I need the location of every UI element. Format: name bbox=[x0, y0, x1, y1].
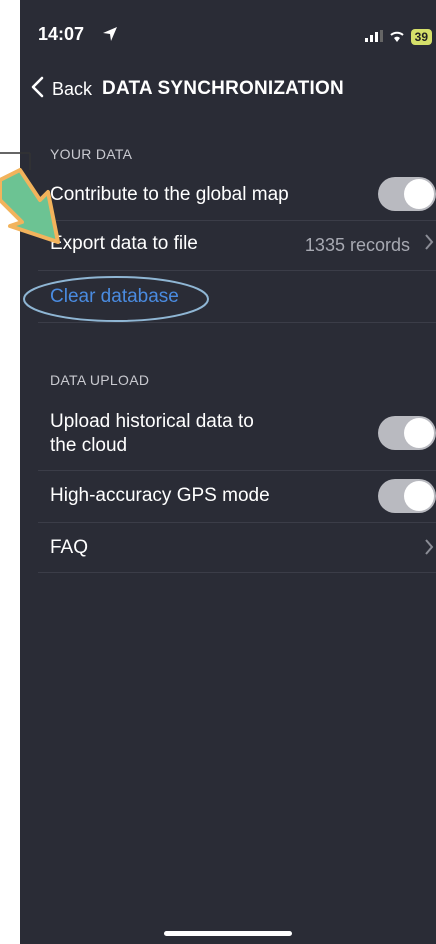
row-high-accuracy-gps[interactable]: High-accuracy GPS mode bbox=[38, 470, 436, 523]
row-label-line1: Upload historical data to bbox=[50, 411, 254, 432]
toggle-knob bbox=[404, 179, 434, 209]
toggle-knob bbox=[404, 481, 434, 511]
wifi-icon bbox=[389, 26, 405, 47]
row-export-data[interactable]: Export data to file 1335 records bbox=[38, 220, 436, 271]
row-contribute-global-map[interactable]: Contribute to the global map bbox=[38, 168, 436, 221]
back-label: Back bbox=[52, 78, 93, 99]
row-label: FAQ bbox=[50, 537, 89, 558]
chevron-left-icon bbox=[30, 76, 46, 103]
gps-toggle[interactable] bbox=[378, 479, 436, 513]
status-time: 14:07 bbox=[38, 24, 85, 44]
annotation-ellipse bbox=[23, 276, 209, 322]
toggle-knob bbox=[404, 418, 434, 448]
status-right: 39 bbox=[364, 26, 432, 47]
chevron-right-icon bbox=[424, 233, 434, 256]
row-faq[interactable]: FAQ bbox=[38, 522, 436, 573]
row-label-line2: the cloud bbox=[50, 435, 128, 456]
row-upload-historical[interactable]: Upload historical data to the cloud bbox=[38, 396, 436, 471]
row-label: High-accuracy GPS mode bbox=[50, 485, 270, 506]
home-indicator bbox=[164, 931, 292, 936]
upload-historical-toggle[interactable] bbox=[378, 416, 436, 450]
records-count: 1335 records bbox=[304, 235, 410, 255]
status-bar: 14:07 39 bbox=[38, 24, 436, 48]
chevron-right-icon bbox=[424, 538, 434, 561]
annotation-arrow bbox=[0, 152, 60, 244]
location-arrow-icon bbox=[102, 26, 118, 47]
signal-icon bbox=[364, 26, 383, 47]
section-header-data-upload: DATA UPLOAD bbox=[50, 372, 150, 388]
row-label: Upload historical data to the cloud bbox=[50, 410, 254, 458]
navigation-bar: Back DATA SYNCHRONIZATION bbox=[30, 74, 436, 104]
contribute-toggle[interactable] bbox=[378, 177, 436, 211]
page-title: DATA SYNCHRONIZATION bbox=[102, 78, 344, 99]
back-button[interactable]: Back bbox=[30, 76, 92, 103]
battery-icon: 39 bbox=[410, 28, 432, 45]
